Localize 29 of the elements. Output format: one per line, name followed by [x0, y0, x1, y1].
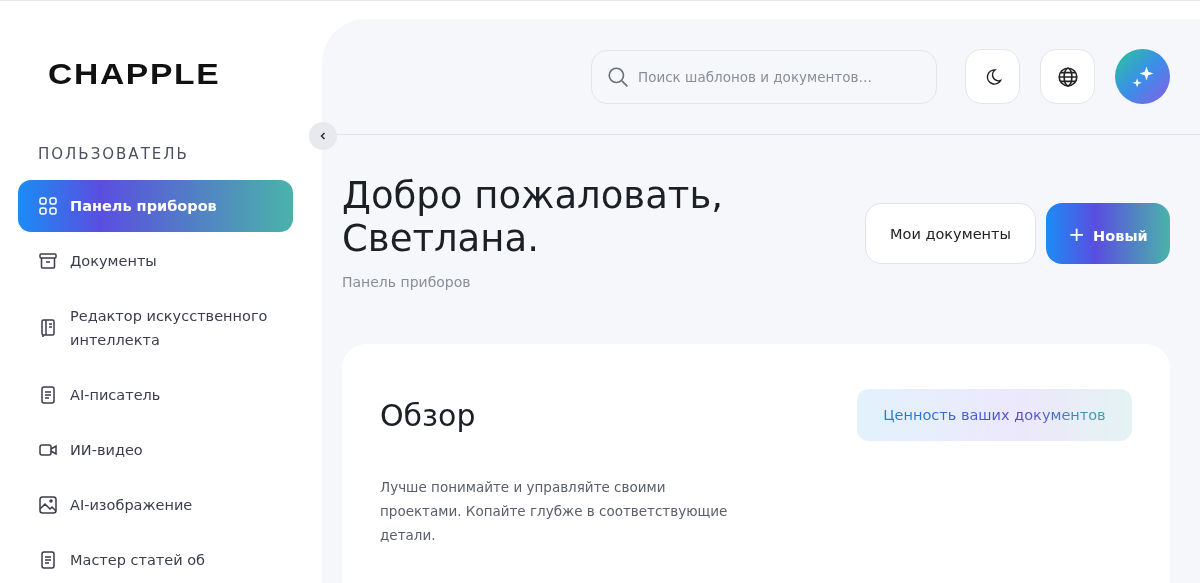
sidebar-item[interactable]: AI-писатель	[18, 369, 293, 421]
sidebar-item[interactable]: Редактор искусственного интеллекта	[18, 290, 293, 366]
document-icon	[38, 385, 58, 405]
search-icon	[607, 65, 629, 88]
new-button[interactable]: + Новый	[1046, 203, 1170, 264]
page-title: Добро пожаловать, Светлана.	[342, 174, 724, 260]
card-title: Обзор	[380, 397, 476, 433]
sidebar-item[interactable]: Документы	[18, 235, 293, 287]
sidebar-item[interactable]: AI-изображение	[18, 479, 293, 531]
card-description: Лучше понимайте и управляйте своими проектами. Копайте глубже в соответствующие детали.	[380, 478, 729, 545]
globe-icon	[1056, 65, 1079, 88]
dark-mode-button[interactable]	[965, 49, 1020, 104]
language-button[interactable]	[1040, 49, 1095, 104]
image-icon	[38, 495, 58, 515]
archive-icon	[38, 251, 58, 271]
logo: CHAPPLE	[48, 57, 222, 91]
chevron-left-icon	[318, 131, 328, 141]
sidebar-item[interactable]: ИИ-видео	[18, 424, 293, 476]
grid-icon	[38, 196, 58, 216]
document-icon	[38, 550, 58, 570]
my-documents-button[interactable]: Мои документы	[865, 203, 1036, 264]
sidebar-item[interactable]: Мастер статей об	[18, 534, 293, 583]
ai-assistant-button[interactable]	[1115, 49, 1170, 104]
section-heading: ПОЛЬЗОВАТЕЛЬ	[38, 145, 190, 163]
search-field[interactable]: Поиск шаблонов и документов…	[591, 49, 937, 104]
breadcrumb: Панель приборов	[342, 274, 472, 290]
documents-value-button[interactable]: Ценность ваших документов	[857, 389, 1132, 441]
sidebar-item[interactable]: Панель приборов	[18, 180, 293, 232]
notebook-icon	[38, 318, 58, 338]
